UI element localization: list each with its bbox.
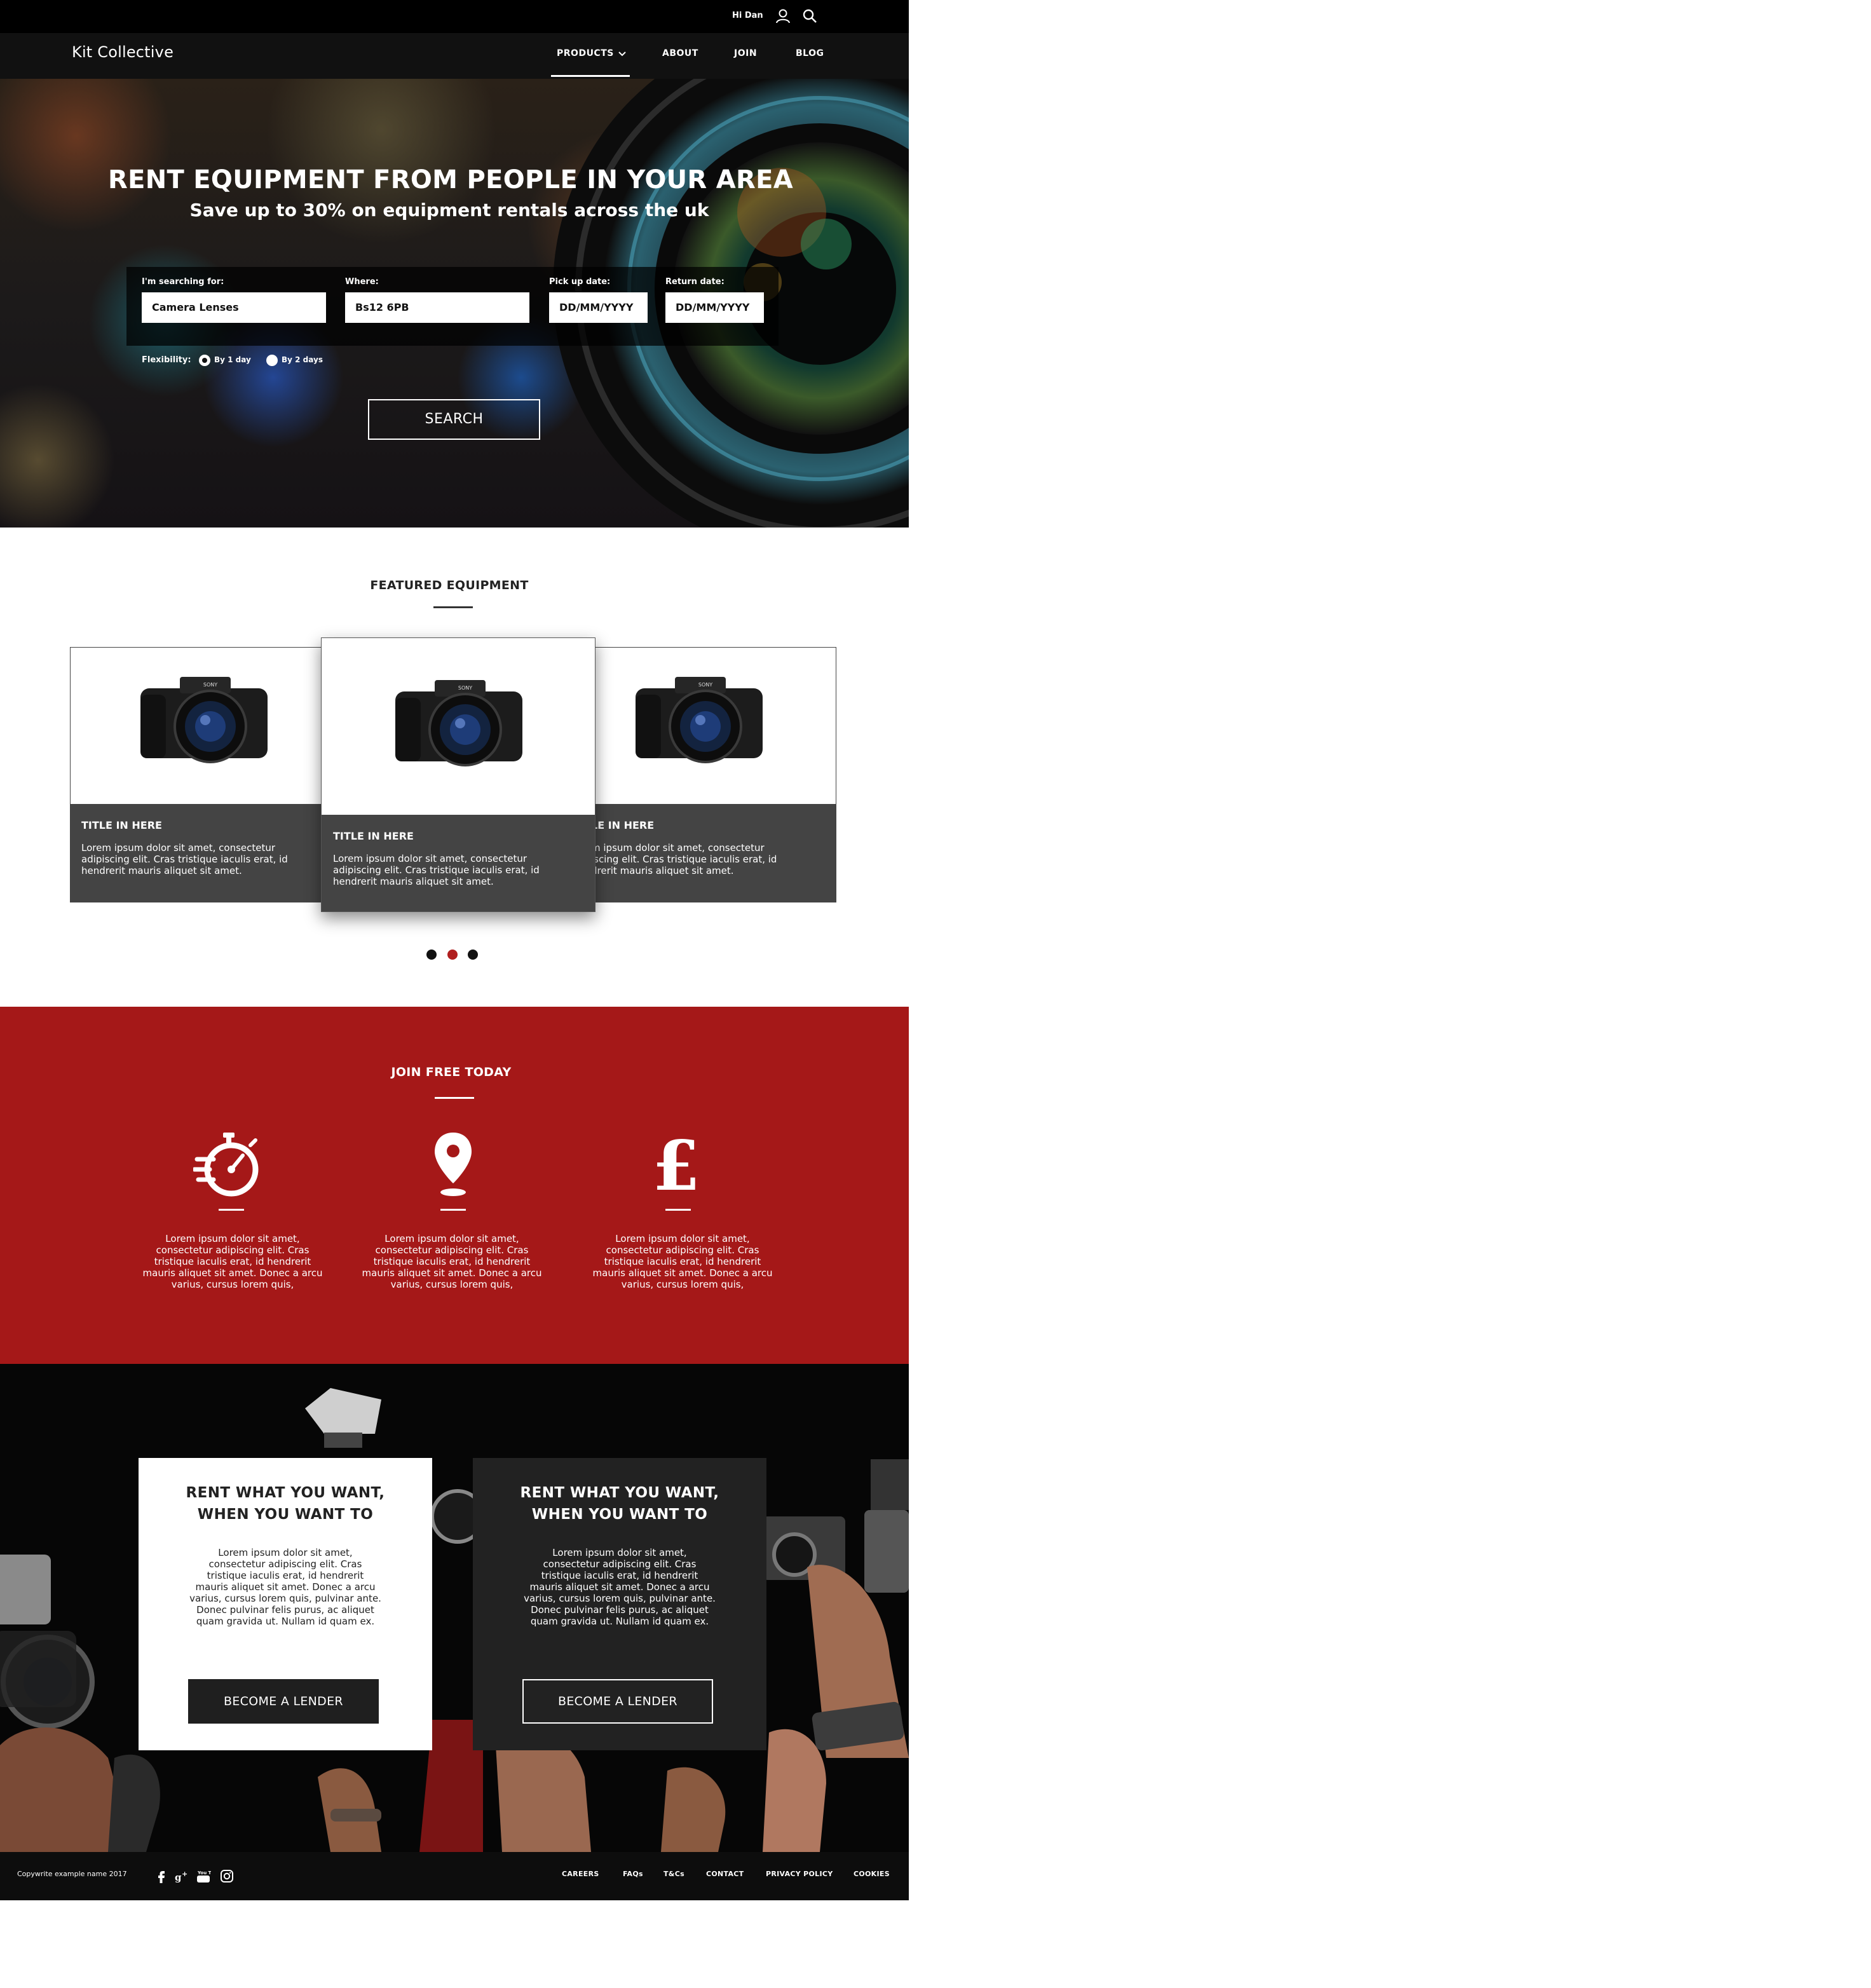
radio-by-2-days-label[interactable]: By 2 days [282,355,323,364]
footer-link-careers[interactable]: CAREERS [562,1870,599,1878]
join-title: JOIN FREE TODAY [391,1065,512,1079]
footer-link-tcs[interactable]: T&Cs [663,1870,684,1878]
feature-divider [440,1209,466,1211]
join-section: JOIN FREE TODAY Lorem ipsum dolor sit am… [0,1007,909,1364]
feature-divider [219,1209,244,1211]
card-image: SONY [587,648,836,804]
carousel-dot-3[interactable] [468,950,478,960]
search-button[interactable]: SEARCH [368,399,540,440]
radio-by-1-day-label[interactable]: By 1 day [214,355,251,364]
hero-section: RENT EQUIPMENT FROM PEOPLE IN YOUR AREA … [0,79,909,528]
join-divider [435,1097,474,1099]
card-body: TITLE IN HERE Lorem ipsum dolor sit amet… [71,804,321,902]
youtube-icon[interactable]: You Tube [196,1869,211,1884]
card-image: SONY [322,638,595,815]
card-title: TITLE IN HERE [81,819,162,831]
hero-subtitle: Save up to 30% on equipment rentals acro… [189,200,709,221]
nav-products[interactable]: PRODUCTS [557,48,614,58]
camera-brand-label: SONY [203,682,217,688]
photographers-background [0,1364,909,1852]
lender-title-line2: WHEN YOU WANT TO [197,1506,374,1523]
search-panel: I'm searching for: Camera Lenses Where: … [126,267,779,346]
instagram-icon[interactable] [219,1869,235,1884]
lender-title-line1: RENT WHAT YOU WANT, [520,1485,719,1501]
footer-link-cookies[interactable]: COOKIES [854,1870,890,1878]
footer-link-privacy-policy[interactable]: PRIVACY POLICY [766,1870,833,1878]
stopwatch-icon [193,1133,259,1197]
card-description: m ipsum dolor sit amet, consectetur isci… [591,842,777,876]
footer: Copywrite example name 2017 g + You Tube… [0,1852,909,1900]
lender-box-title: RENT WHAT YOU WANT, WHEN YOU WANT TO [139,1482,432,1525]
flexibility-label: Flexibility: [142,355,191,365]
pound-sign-icon: £ [652,1130,700,1200]
radio-by-1-day[interactable] [199,355,210,366]
return-date-label: Return date: [665,277,725,287]
become-lender-button[interactable]: BECOME A LENDER [188,1679,379,1724]
nav-join[interactable]: JOIN [734,48,757,58]
camera-brand-label: SONY [698,682,712,688]
facebook-icon[interactable] [154,1869,169,1884]
youtube-icon-label: You Tube [197,1870,211,1876]
equipment-search-input[interactable]: Camera Lenses [142,292,326,323]
where-label: Where: [345,277,379,287]
svg-text:£: £ [652,1130,700,1200]
location-input[interactable]: Bs12 6PB [345,292,529,323]
card-image: SONY [71,648,321,804]
equipment-card-active[interactable]: SONY TITLE IN HERE Lorem ipsum dolor sit… [321,637,595,912]
camera-image: SONY [140,677,268,763]
lender-title-line1: RENT WHAT YOU WANT, [186,1485,385,1501]
featured-divider [433,606,473,608]
card-title: TITLE IN HERE [333,830,414,842]
chevron-down-icon[interactable] [618,50,627,58]
camera-brand-label: SONY [458,685,472,691]
nav-blog[interactable]: BLOG [796,48,824,58]
equipment-card[interactable]: SONY TITLE IN HERE Lorem ipsum dolor sit… [70,647,322,902]
search-icon[interactable] [801,8,818,24]
map-pin-icon [435,1133,472,1196]
user-greeting[interactable]: Hi Dan [732,11,763,20]
camera-image: SONY [395,680,522,766]
lender-title-line2: WHEN YOU WANT TO [531,1506,708,1523]
footer-link-contact[interactable]: CONTACT [706,1870,744,1878]
feature-text: Lorem ipsum dolor sit amet, consectetur … [362,1233,542,1290]
site: Hi Dan Kit Collective PRODUCTS ABOUT JOI… [0,0,909,1900]
lender-box-dark: RENT WHAT YOU WANT, WHEN YOU WANT TO Lor… [473,1458,766,1750]
google-plus-icon[interactable]: g + [174,1869,189,1884]
lender-box-text: Lorem ipsum dolor sit amet, consectetur … [189,1547,381,1627]
radio-by-2-days[interactable] [266,355,278,366]
become-lender-button[interactable]: BECOME A LENDER [522,1679,713,1724]
nav-about[interactable]: ABOUT [662,48,698,58]
card-title: LE IN HERE [591,819,655,831]
card-body: TITLE IN HERE Lorem ipsum dolor sit amet… [322,815,595,911]
return-date-input[interactable]: DD/MM/YYYY [665,292,764,323]
main-nav: Kit Collective PRODUCTS ABOUT JOIN BLOG [0,33,909,79]
lender-box-title: RENT WHAT YOU WANT, WHEN YOU WANT TO [473,1482,766,1525]
lender-box-text: Lorem ipsum dolor sit amet, consectetur … [524,1547,716,1627]
nav-active-indicator [551,75,630,77]
carousel-dot-1[interactable] [426,950,437,960]
copyright-text: Copywrite example name 2017 [17,1870,127,1878]
card-description: Lorem ipsum dolor sit amet, consectetur … [333,853,540,887]
pickup-date-label: Pick up date: [549,277,611,287]
camera-image: SONY [636,677,763,763]
svg-text:+: + [182,1870,187,1878]
lender-section: RENT WHAT YOU WANT, WHEN YOU WANT TO Lor… [0,1364,909,1852]
searching-label: I'm searching for: [142,277,224,287]
user-icon[interactable] [775,8,791,24]
feature-text: Lorem ipsum dolor sit amet, consectetur … [142,1233,323,1290]
feature-divider [665,1209,691,1211]
feature-text: Lorem ipsum dolor sit amet, consectetur … [592,1233,773,1290]
card-description: Lorem ipsum dolor sit amet, consectetur … [81,842,288,876]
utility-bar: Hi Dan [0,0,909,33]
equipment-card[interactable]: SONY LE IN HERE m ipsum dolor sit amet, … [587,647,836,902]
pickup-date-input[interactable]: DD/MM/YYYY [549,292,648,323]
footer-link-faqs[interactable]: FAQs [623,1870,643,1878]
lender-box-light: RENT WHAT YOU WANT, WHEN YOU WANT TO Lor… [139,1458,432,1750]
card-body: LE IN HERE m ipsum dolor sit amet, conse… [587,804,836,902]
featured-title: FEATURED EQUIPMENT [370,578,529,592]
brand-logo[interactable]: Kit Collective [72,43,173,61]
carousel-dot-2-active[interactable] [447,950,458,960]
svg-text:g: g [175,1872,182,1883]
hero-title: RENT EQUIPMENT FROM PEOPLE IN YOUR AREA [108,165,793,194]
